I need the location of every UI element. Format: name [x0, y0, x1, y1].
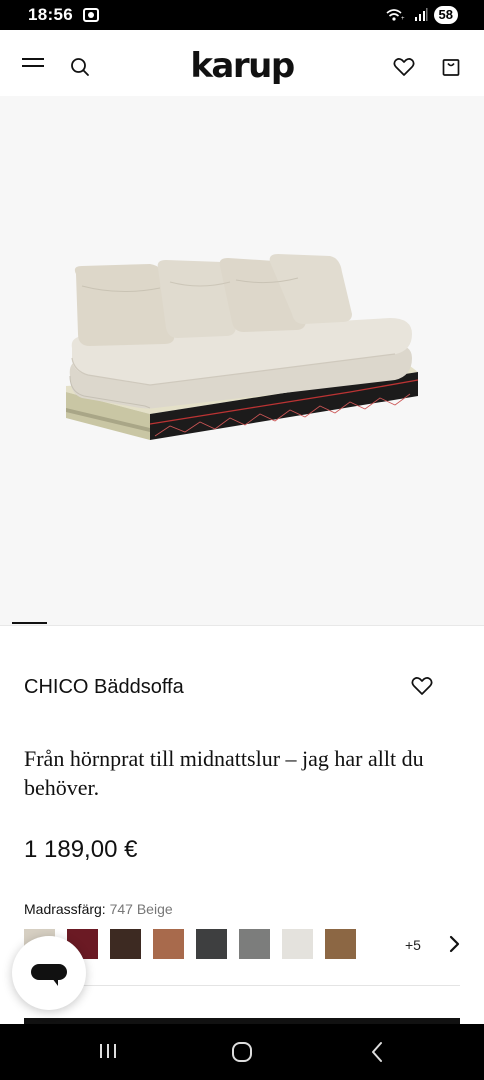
chat-bubble-icon	[31, 964, 67, 986]
shopping-bag-icon[interactable]	[441, 57, 461, 77]
status-time: 18:56	[28, 5, 73, 24]
add-to-wishlist-heart-icon[interactable]	[411, 676, 433, 696]
color-swatch-off-white[interactable]	[282, 929, 313, 959]
signal-icon	[414, 8, 428, 21]
back-icon[interactable]	[370, 1041, 384, 1063]
wifi-icon: +	[386, 9, 405, 22]
svg-text:+: +	[401, 16, 405, 22]
color-swatch-brown[interactable]	[325, 929, 356, 959]
sofa-image	[66, 254, 419, 440]
color-swatch-terracotta[interactable]	[153, 929, 184, 959]
product-tagline: Från hörnprat till midnattslur – jag har…	[24, 746, 424, 800]
color-swatch-dark-brown[interactable]	[110, 929, 141, 959]
mattress-color-label: Madrassfärg: 747 Beige	[24, 901, 173, 917]
more-swatches-count[interactable]: +5	[405, 937, 421, 953]
battery-indicator: 58	[433, 6, 458, 24]
image-indicator-track	[0, 625, 484, 626]
product-price: 1 189,00 €	[24, 836, 138, 863]
color-label-text: Madrassfärg:	[24, 901, 106, 917]
chevron-right-icon[interactable]	[446, 935, 462, 953]
image-slide-indicator[interactable]	[12, 622, 47, 624]
recent-apps-icon[interactable]	[98, 1042, 118, 1060]
screenshot-icon	[82, 8, 99, 22]
heart-icon[interactable]	[393, 57, 415, 77]
site-header: karup	[0, 38, 484, 96]
status-bar: 18:56 + 58	[0, 0, 484, 30]
status-indicators: + 58	[386, 6, 458, 24]
selected-color-value: 747 Beige	[109, 901, 173, 917]
divider	[24, 985, 460, 986]
chat-button[interactable]	[12, 936, 86, 1010]
system-nav-bar	[0, 1024, 484, 1080]
home-icon[interactable]	[231, 1041, 253, 1063]
product-image[interactable]	[0, 96, 484, 626]
color-swatch-grey[interactable]	[239, 929, 270, 959]
product-title: CHICO Bäddsoffa	[24, 676, 184, 698]
color-swatch-dark-grey[interactable]	[196, 929, 227, 959]
